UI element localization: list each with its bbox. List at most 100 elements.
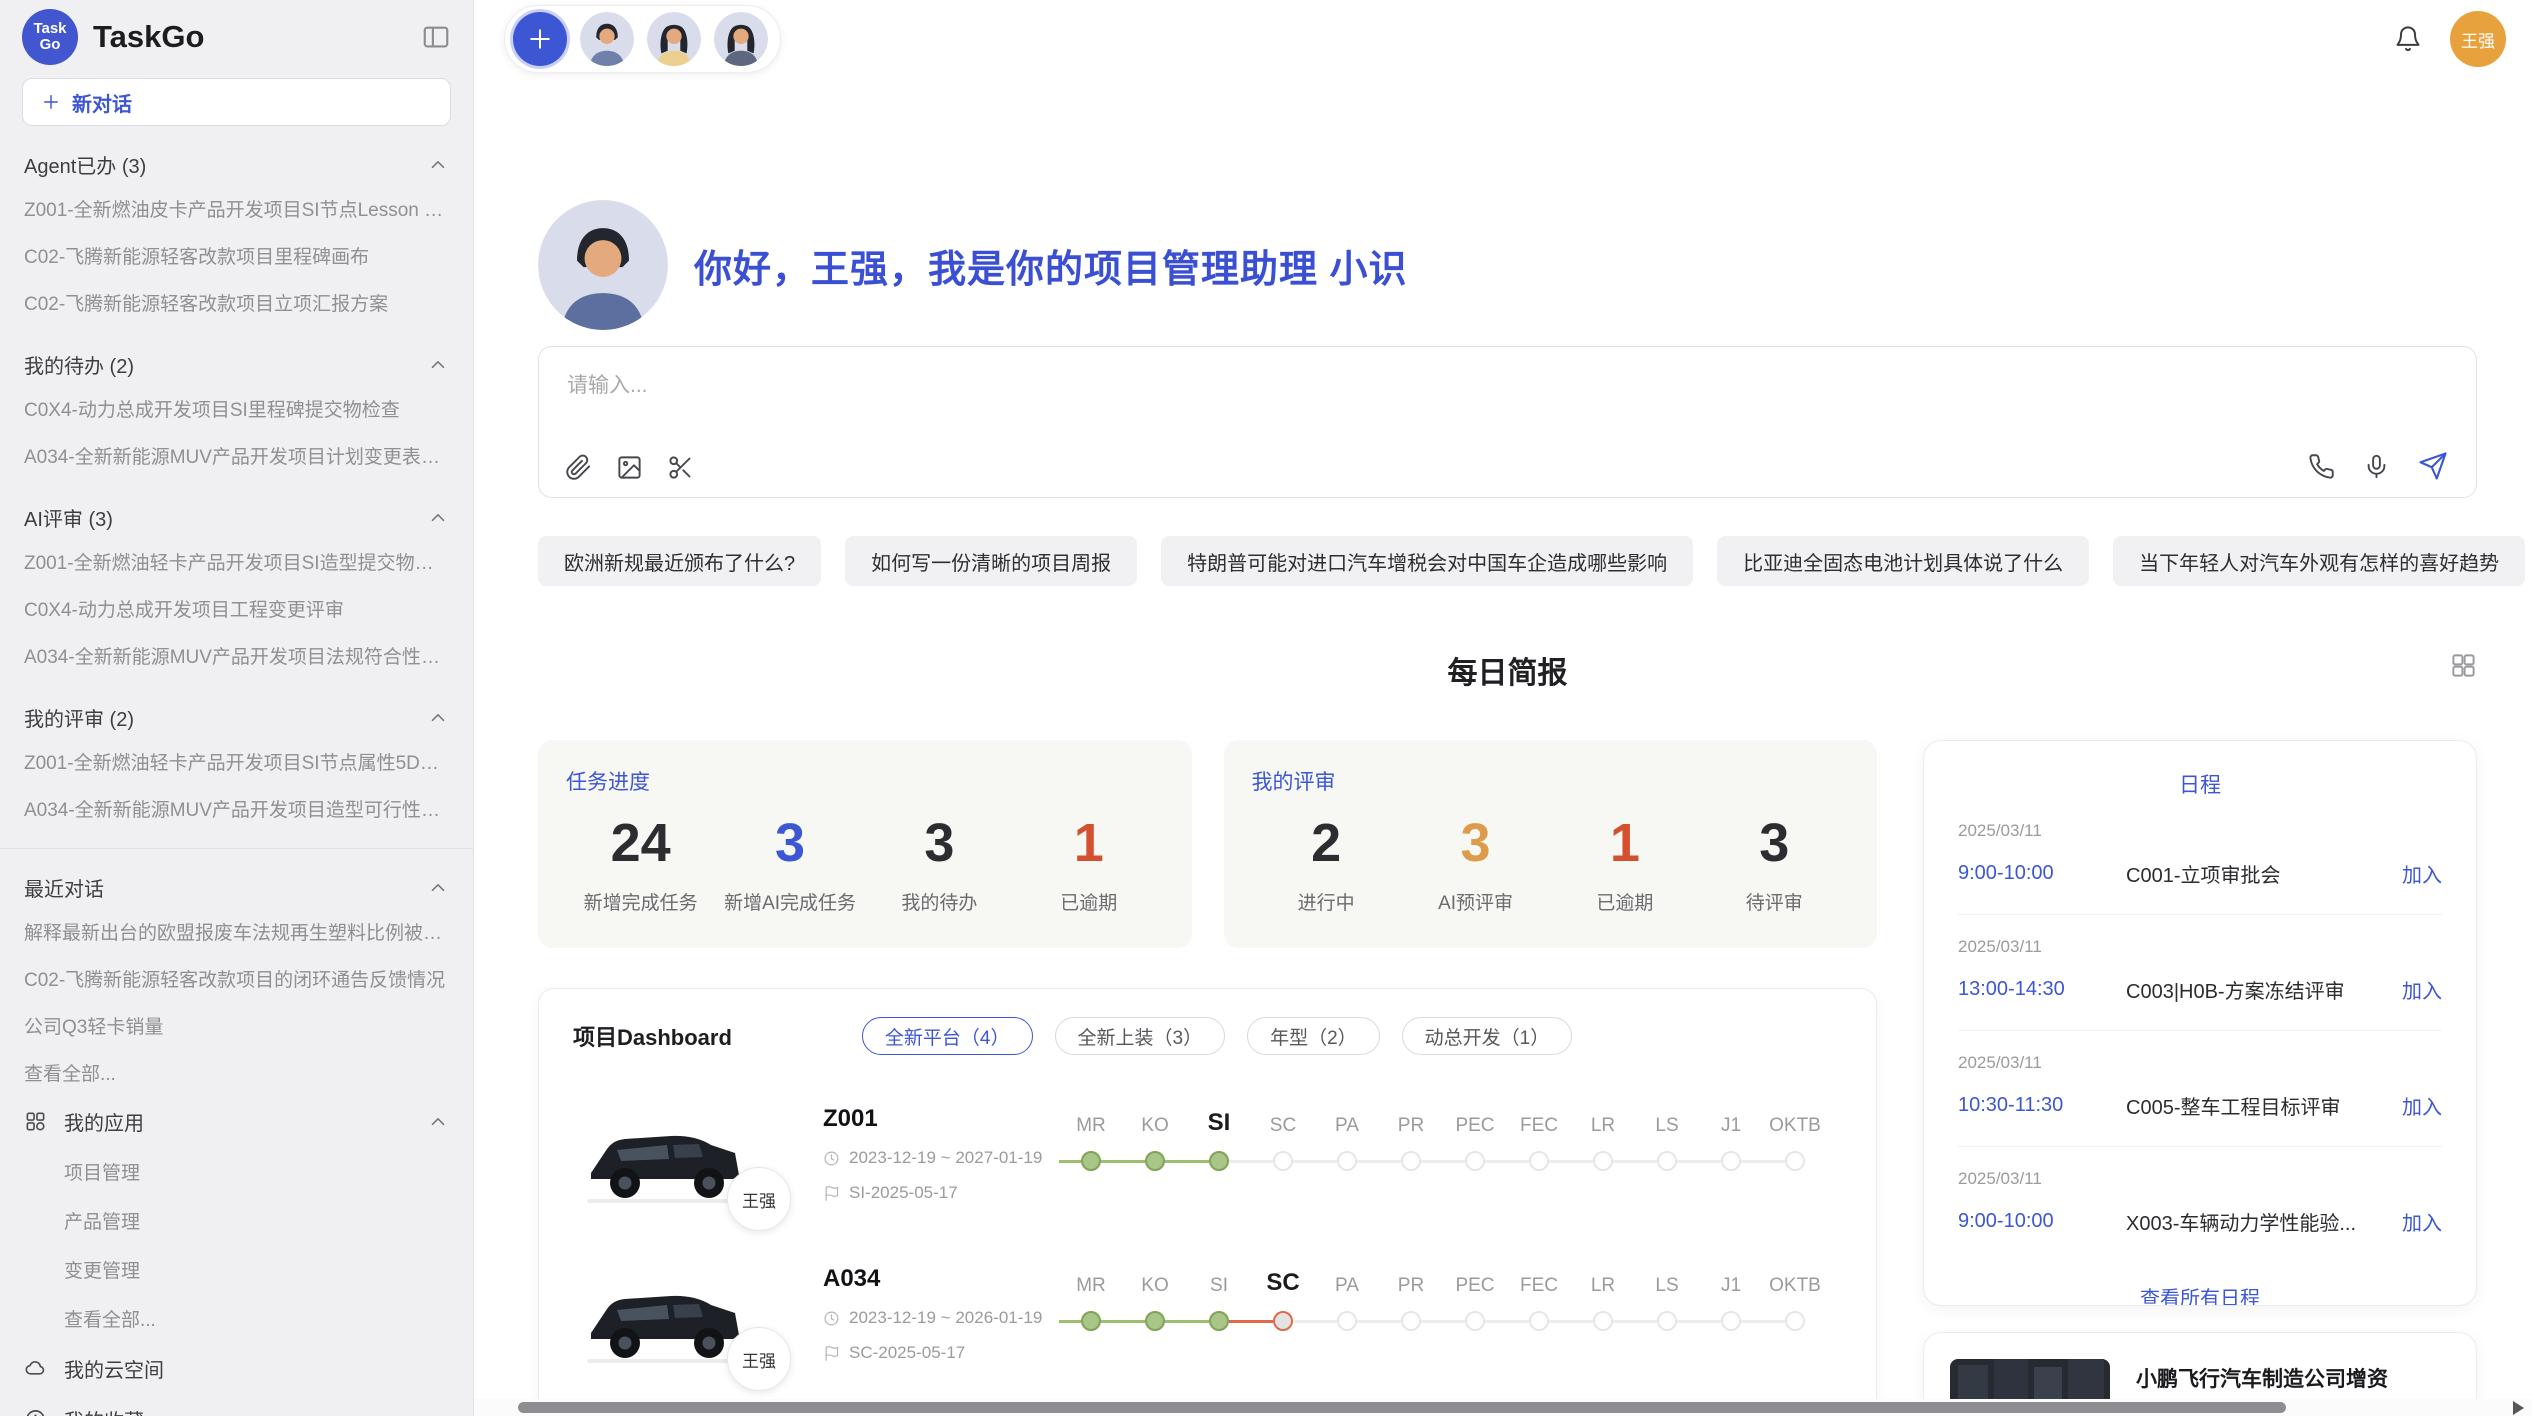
view-all-schedule-link[interactable]: 查看所有日程 [1958,1282,2442,1306]
event-join-link[interactable]: 加入 [2402,975,2442,1004]
milestone-dot [1657,1311,1677,1331]
sidebar-item-star[interactable]: 我的收藏 [22,1394,451,1416]
sidebar-item[interactable]: C0X4-动力总成开发项目工程变更评审 [22,585,451,632]
sidebar-item[interactable]: 解释最新出台的欧盟报废车法规再生塑料比例被调至15%... [22,908,451,955]
event-row: 9:00-10:00C001-立项审批会加入 [1958,859,2442,888]
sidebar-item[interactable]: Z001-全新燃油皮卡产品开发项目SI节点Lesson Learn报告 [22,185,451,232]
plus-icon [41,92,61,112]
agent-avatar-group [504,5,781,73]
chat-input[interactable] [565,367,1885,427]
section-title: 我的待办 (2) [24,350,134,379]
stat: 2进行中 [1252,812,1401,915]
milestone-dot [1529,1151,1549,1171]
stat-value: 24 [566,812,715,874]
milestone-track: MRKOSISCPAPRPECFECLRLSJ1OKTB [1059,1103,1842,1171]
milestone-dot [1593,1151,1613,1171]
project-owner-badge: 王强 [727,1327,791,1391]
event-join-link[interactable]: 加入 [2402,859,2442,888]
image-upload-icon[interactable] [616,454,643,481]
sidebar-section-header[interactable]: 最近对话 [24,873,449,902]
milestone-connector [1229,1160,1273,1163]
milestone-connector [1059,1320,1081,1323]
sidebar-item[interactable]: C02-飞腾新能源轻客改款项目里程碑画布 [22,232,451,279]
milestone-dot [1209,1151,1229,1171]
milestone-label: PR [1379,1275,1443,1297]
sidebar-section-header[interactable]: 我的待办 (2) [24,350,449,379]
scrollbar-thumb[interactable] [518,1402,2286,1413]
agent-avatar-3[interactable] [714,12,768,66]
event-time: 13:00-14:30 [1958,978,2126,1001]
event-name: C001-立项审批会 [2126,859,2386,888]
chevron-up-icon [427,354,449,376]
sidebar-item[interactable]: 查看全部... [22,1049,451,1096]
milestone-label: SC [1251,1269,1315,1297]
stat-cards: 任务进度24新增完成任务3新增AI完成任务3我的待办1已逾期我的评审2进行中3A… [538,740,1877,948]
sidebar-collapse-icon[interactable] [421,22,451,52]
sidebar-item[interactable]: 公司Q3轻卡销量 [22,1002,451,1049]
dashboard-filter-chip[interactable]: 全新上装（3） [1055,1017,1226,1055]
sidebar-section-header[interactable]: 我的评审 (2) [24,703,449,732]
attachment-icon[interactable] [565,454,592,481]
screenshot-scissors-icon[interactable] [667,454,694,481]
sidebar-item[interactable]: C02-飞腾新能源轻客改款项目立项汇报方案 [22,279,451,326]
sidebar-subitem[interactable]: 产品管理 [22,1196,451,1245]
sidebar-item[interactable]: A034-全新新能源MUV产品开发项目造型可行性评审 [22,785,451,832]
assistant-avatar [538,200,668,330]
suggestion-chip[interactable]: 比亚迪全固态电池计划具体说了什么 [1717,536,2089,586]
stat-list: 2进行中3AI预评审1已逾期3待评审 [1252,812,1850,915]
agent-avatar-2[interactable] [647,12,701,66]
add-agent-button[interactable] [513,12,567,66]
voice-call-icon[interactable] [2308,453,2335,480]
layout-grid-icon[interactable] [2450,652,2477,679]
suggestion-chip[interactable]: 当下年轻人对汽车外观有怎样的喜好趋势 [2113,536,2525,586]
dashboard-filters: 全新平台（4） 全新上装（3） 年型（2） 动总开发（1） [862,1017,1572,1055]
dashboard-filter-chip[interactable]: 年型（2） [1247,1017,1380,1055]
stat: 1已逾期 [1014,812,1163,915]
sidebar-item[interactable]: A034-全新新能源MUV产品开发项目计划变更表编写 [22,432,451,479]
sidebar-item-cloud[interactable]: 我的云空间 [22,1343,451,1394]
event-join-link[interactable]: 加入 [2402,1091,2442,1120]
sidebar-subitem[interactable]: 变更管理 [22,1245,451,1294]
schedule-event: 2025/03/119:00-10:00C001-立项审批会加入 [1958,799,2442,915]
briefing-right-column: 日程 2025/03/119:00-10:00C001-立项审批会加入2025/… [1923,740,2477,1416]
sidebar-item[interactable]: C02-飞腾新能源轻客改款项目的闭环通告反馈情况 [22,955,451,1002]
project-owner-badge: 王强 [727,1167,791,1231]
dashboard-filter-chip[interactable]: 动总开发（1） [1402,1017,1573,1055]
sidebar-item[interactable]: Z001-全新燃油轻卡产品开发项目SI节点属性5D文件评审 [22,738,451,785]
sidebar-item-my-apps[interactable]: 我的应用 [22,1096,451,1147]
sidebar-item[interactable]: C0X4-动力总成开发项目SI里程碑提交物检查 [22,385,451,432]
suggestion-chip[interactable]: 欧洲新规最近颁布了什么? [538,536,821,586]
briefing-title: 每日简报 [1448,657,1568,690]
send-icon[interactable] [2418,451,2448,481]
milestone-connector [1485,1320,1529,1323]
agent-avatar-1[interactable] [580,12,634,66]
user-avatar[interactable]: 王强 [2450,11,2506,67]
milestone-dot [1465,1311,1485,1331]
sidebar-subitem[interactable]: 查看全部... [22,1294,451,1343]
milestone-dot [1721,1311,1741,1331]
notification-bell-icon[interactable] [2394,25,2422,53]
new-chat-button[interactable]: 新对话 [22,78,451,126]
sidebar-subitem[interactable]: 项目管理 [22,1147,451,1196]
stat-value: 3 [1401,812,1550,874]
scrollbar-right-arrow[interactable] [2513,1401,2524,1415]
dashboard-filter-chip[interactable]: 全新平台（4） [862,1017,1033,1055]
suggestion-chip[interactable]: 特朗普可能对进口汽车增税会对中国车企造成哪些影响 [1161,536,1693,586]
schedule-card: 日程 2025/03/119:00-10:00C001-立项审批会加入2025/… [1923,740,2477,1306]
suggestion-chip[interactable]: 如何写一份清晰的项目周报 [845,536,1137,586]
milestone-connector [1741,1320,1785,1323]
sidebar-section-header[interactable]: AI评审 (3) [24,503,449,532]
milestone-dot [1337,1151,1357,1171]
input-attachments [565,454,694,481]
sidebar-item[interactable]: Z001-全新燃油轻卡产品开发项目SI造型提交物评审 [22,538,451,585]
flag-icon [823,1185,840,1202]
app-row-label: 我的收藏 [64,1405,144,1416]
milestone-label: PR [1379,1115,1443,1137]
event-name: C005-整车工程目标评审 [2126,1091,2386,1120]
microphone-icon[interactable] [2363,453,2390,480]
event-join-link[interactable]: 加入 [2402,1207,2442,1236]
sidebar-section-header[interactable]: Agent已办 (3) [24,150,449,179]
milestone-dot [1465,1151,1485,1171]
sidebar-item[interactable]: A034-全新新能源MUV产品开发项目法规符合性评审 [22,632,451,679]
milestone-connector [1165,1320,1209,1323]
